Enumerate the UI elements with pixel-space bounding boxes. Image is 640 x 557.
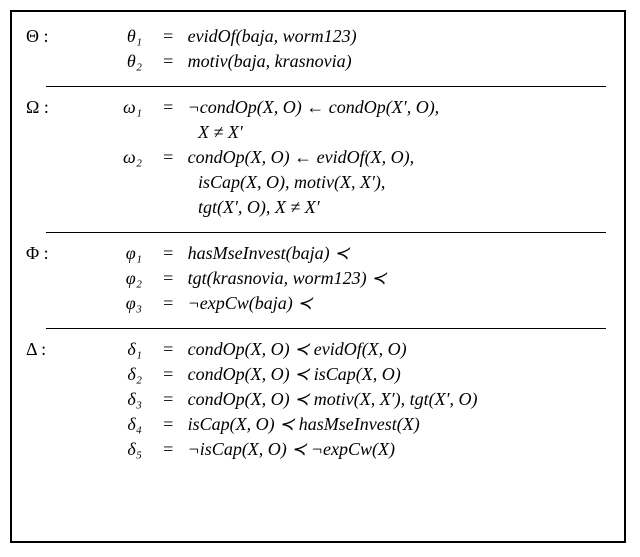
- delta-item-label: δ₁: [80, 339, 142, 360]
- omega-body-cont: tgt(X′, O), X ≠ X′: [150, 197, 610, 218]
- omega-set-label: Ω :: [26, 97, 72, 118]
- omega-body: = condOp(X, O) ← evidOf(X, O),: [150, 147, 610, 168]
- phi-body: = hasMseInvest(baja) ≺: [150, 243, 610, 264]
- omega-item-label: ω₁: [80, 97, 142, 118]
- theta-item-label: θ₂: [80, 51, 142, 72]
- theta-body: = evidOf(baja, worm123): [150, 26, 610, 47]
- phi-item-label: φ₁: [80, 243, 142, 264]
- delta-section: Δ : δ₁ = condOp(X, O) ≺ evidOf(X, O) δ₂ …: [26, 333, 610, 466]
- divider: [46, 232, 606, 233]
- delta-item-label: δ₃: [80, 389, 142, 410]
- delta-body: = ¬isCap(X, O) ≺ ¬expCw(X): [150, 439, 610, 460]
- delta-body: = condOp(X, O) ≺ motiv(X, X′), tgt(X′, O…: [150, 389, 610, 410]
- phi-set-label: Φ :: [26, 243, 72, 264]
- delta-item-label: δ₅: [80, 439, 142, 460]
- phi-body: = tgt(krasnovia, worm123) ≺: [150, 268, 610, 289]
- phi-item-label: φ₂: [80, 268, 142, 289]
- delta-set-label: Δ :: [26, 339, 72, 360]
- omega-body-cont: X ≠ X′: [150, 122, 610, 143]
- formula-box: Θ : θ₁ = evidOf(baja, worm123) θ₂ = moti…: [10, 10, 626, 543]
- theta-set-label: Θ :: [26, 26, 72, 47]
- omega-body: = ¬condOp(X, O) ← condOp(X′, O),: [150, 97, 610, 118]
- omega-item-label: ω₂: [80, 147, 142, 168]
- theta-section: Θ : θ₁ = evidOf(baja, worm123) θ₂ = moti…: [26, 20, 610, 78]
- delta-body: = condOp(X, O) ≺ isCap(X, O): [150, 364, 610, 385]
- omega-body-cont: isCap(X, O), motiv(X, X′),: [150, 172, 610, 193]
- phi-body: = ¬expCw(baja) ≺: [150, 293, 610, 314]
- delta-item-label: δ₂: [80, 364, 142, 385]
- phi-item-label: φ₃: [80, 293, 142, 314]
- theta-body: = motiv(baja, krasnovia): [150, 51, 610, 72]
- divider: [46, 328, 606, 329]
- delta-body: = condOp(X, O) ≺ evidOf(X, O): [150, 339, 610, 360]
- delta-item-label: δ₄: [80, 414, 142, 435]
- phi-section: Φ : φ₁ = hasMseInvest(baja) ≺ φ₂ = tgt(k…: [26, 237, 610, 320]
- omega-section: Ω : ω₁ = ¬condOp(X, O) ← condOp(X′, O), …: [26, 91, 610, 224]
- divider: [46, 86, 606, 87]
- theta-item-label: θ₁: [80, 26, 142, 47]
- delta-body: = isCap(X, O) ≺ hasMseInvest(X): [150, 414, 610, 435]
